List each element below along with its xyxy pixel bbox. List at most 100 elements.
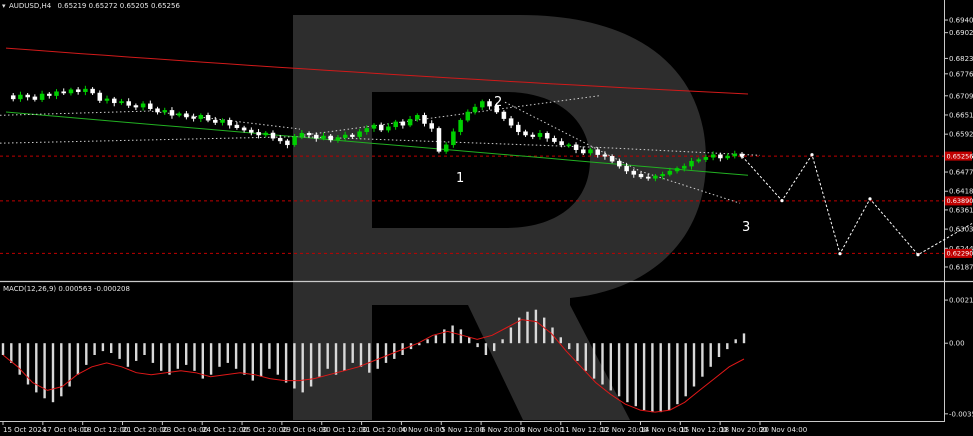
candle-body	[342, 134, 348, 138]
macd-histogram-bar	[10, 343, 13, 363]
macd-histogram-bar	[501, 339, 504, 344]
macd-histogram-bar	[568, 343, 571, 350]
macd-histogram-bar	[393, 343, 396, 359]
macd-histogram-bar	[676, 343, 679, 405]
price-tick-label: 0.61875	[949, 264, 973, 272]
candle-body	[581, 149, 586, 154]
candle-body	[112, 98, 117, 104]
candle-body	[631, 170, 637, 175]
candle-body	[133, 105, 139, 108]
candle-body	[328, 135, 333, 141]
candle-body	[176, 113, 182, 116]
time-tick-label: 8 Nov 04:00	[521, 426, 564, 434]
macd-histogram-bar	[359, 343, 363, 367]
macd-histogram-bar	[701, 343, 704, 377]
candle-body	[90, 88, 95, 94]
macd-histogram-bar	[543, 317, 546, 344]
candle-body	[104, 98, 110, 101]
price-tick-label: 0.69405	[949, 17, 973, 25]
candle-body	[148, 103, 153, 109]
candle-body	[393, 121, 398, 128]
candle-body	[292, 136, 297, 146]
price-tick-label: 0.64770	[949, 169, 973, 177]
macd-histogram-bar	[601, 343, 604, 385]
macd-histogram-bar	[368, 343, 371, 373]
macd-histogram-bar	[651, 343, 654, 413]
forecast-point	[868, 197, 872, 201]
macd-histogram-bar	[268, 343, 271, 369]
macd-histogram-bar	[584, 343, 587, 371]
time-tick-label: 21 Oct 20:00	[123, 426, 169, 434]
forecast-point	[838, 252, 842, 256]
candle-body	[241, 127, 247, 131]
candle-body	[638, 174, 644, 178]
chart-canvas: 0.69405 0.69020 0.68235 0.67765 0.67095 0.665…	[0, 0, 973, 436]
candle-body	[544, 133, 550, 139]
ohlc-readout: 0.65219 0.65272 0.65205 0.65256	[57, 2, 180, 10]
macd-histogram-bar	[326, 343, 329, 369]
macd-histogram-bar	[559, 337, 562, 344]
candle-body	[472, 106, 478, 113]
forecast-point	[810, 153, 814, 157]
candle-body	[537, 133, 543, 137]
macd-histogram-bar	[443, 329, 446, 344]
macd-histogram-bar	[276, 343, 279, 375]
candle-body	[588, 149, 593, 154]
candle-body	[285, 140, 290, 146]
candle-body	[299, 133, 305, 137]
candle-body	[696, 159, 701, 162]
price-tick-label: 0.64185	[949, 188, 973, 196]
candle-body	[660, 174, 665, 177]
candle-body	[422, 115, 427, 124]
macd-histogram-bar	[284, 343, 288, 383]
candle-body	[573, 144, 579, 150]
wave-label-3: 3	[742, 220, 750, 235]
macd-histogram-bar	[617, 343, 621, 397]
candle-body	[458, 119, 463, 132]
candle-body	[617, 160, 622, 167]
candle-body	[653, 175, 658, 179]
candle-body	[487, 101, 492, 107]
price-tick-label: 0.63030	[949, 226, 973, 234]
macd-histogram-bar	[376, 343, 379, 369]
candle-body	[436, 128, 442, 152]
candle-body	[227, 119, 232, 126]
symbol-dropdown-icon[interactable]: ▾	[2, 2, 6, 10]
time-tick-label: 24 Oct 12:00	[202, 426, 248, 434]
candle-body	[205, 115, 211, 121]
candle-body	[451, 131, 456, 146]
candle-body	[552, 138, 557, 142]
candle-body	[263, 132, 269, 136]
macd-histogram-bar	[642, 343, 646, 411]
candle-body	[667, 170, 673, 175]
candle-body	[465, 111, 471, 121]
macd-histogram-bar	[76, 343, 80, 375]
symbol-label: AUDUSD,H4	[9, 2, 52, 10]
candle-body	[480, 101, 485, 108]
candle-body	[443, 144, 449, 152]
candle-body	[523, 131, 528, 136]
macd-histogram-bar	[226, 343, 229, 363]
macd-histogram-bar	[709, 343, 712, 367]
macd-tick-label: 0.002191	[949, 297, 973, 305]
macd-histogram-bar	[160, 343, 163, 371]
candle-body	[314, 134, 319, 139]
candle-body	[710, 154, 716, 158]
macd-histogram-bar	[726, 343, 729, 350]
macd-histogram-bar	[243, 343, 246, 375]
macd-histogram-bar	[509, 327, 513, 344]
wave-label-1: 1	[456, 171, 464, 186]
macd-histogram-bar	[209, 343, 213, 375]
level-tag-label: 0.62290	[947, 250, 973, 258]
macd-histogram-bar	[526, 311, 529, 344]
candle-body	[732, 153, 738, 157]
macd-histogram-bar	[434, 335, 438, 344]
macd-histogram-bar	[484, 343, 488, 355]
macd-histogram-bar	[426, 339, 429, 344]
macd-histogram-bar	[334, 343, 338, 375]
candle-body	[371, 124, 377, 129]
candle-body	[10, 95, 16, 100]
candle-body	[162, 110, 168, 113]
price-tick-label: 0.69020	[949, 29, 973, 37]
macd-histogram-bar	[468, 337, 471, 344]
